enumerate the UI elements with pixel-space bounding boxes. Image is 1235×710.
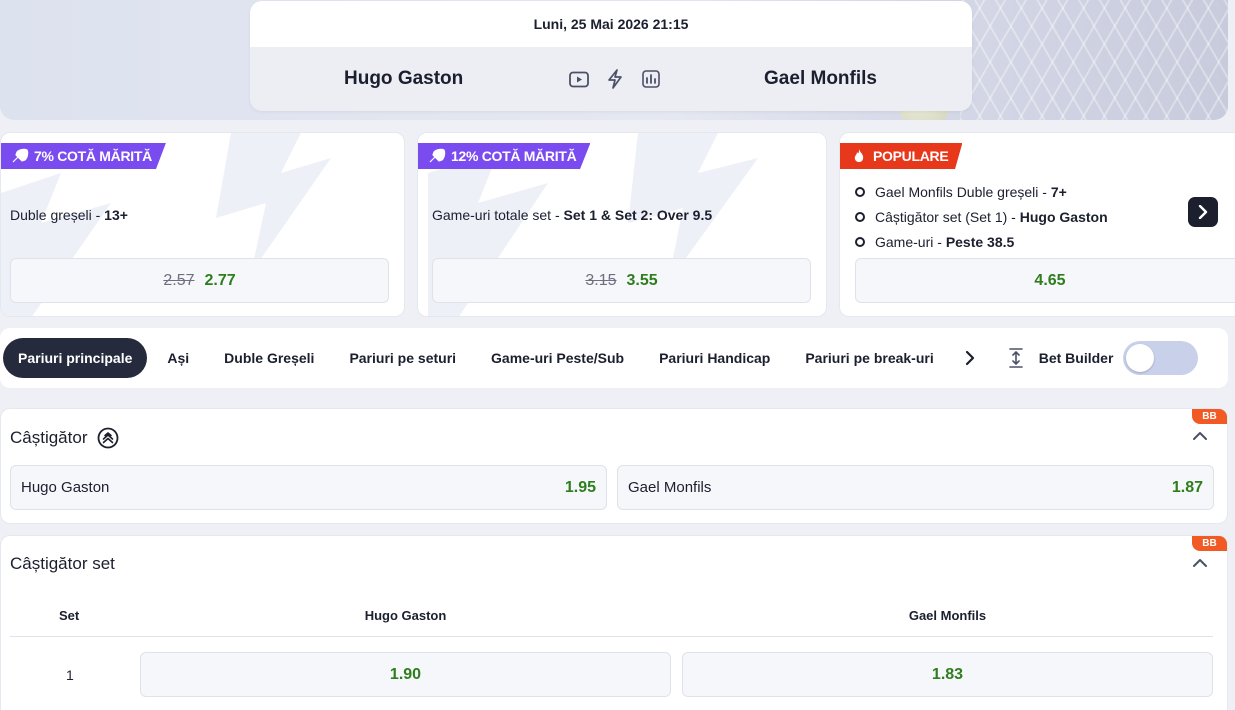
rank-up-icon [98,427,119,449]
match-header-card: Luni, 25 Mai 2026 21:15 Hugo Gaston Gael… [250,1,972,111]
bullet-icon [855,186,865,197]
boost-badge-label: 12% COTĂ MĂRITĂ [451,148,577,164]
tab-duble-greseli[interactable]: Duble Greșeli [209,338,329,378]
new-odd: 3.55 [626,271,658,289]
promo-market: Game-uri totale set [432,207,552,223]
selection-odd: 1.95 [564,478,596,496]
odd-button-player1[interactable]: Hugo Gaston 1.95 [10,465,607,510]
bet-builder-tag: BB [1192,536,1227,551]
popular-market: Game-uri [875,233,934,250]
tab-asi[interactable]: Ași [152,338,204,378]
match-datetime: Luni, 25 Mai 2026 21:15 [250,1,972,47]
popular-market: Gael Monfils Duble greșeli [875,183,1039,200]
popular-selection: 7+ [1050,183,1067,200]
list-item: Câștigător set (Set 1) - Hugo Gaston [855,204,1108,229]
popular-odd-button[interactable]: 4.65 [855,258,1235,303]
promo-market: Duble greșeli [10,207,92,223]
bet-builder-tag: BB [1192,409,1227,424]
list-item: Gael Monfils Duble greșeli - 7+ [855,179,1108,204]
column-header-player2: Gael Monfils [908,608,987,623]
tab-pariuri-principale[interactable]: Pariuri principale [3,338,148,378]
old-odd: 3.15 [585,271,617,289]
player2-name: Gael Monfils [764,68,877,89]
popular-odd: 4.65 [1034,271,1066,289]
stats-chart-icon[interactable] [640,69,662,89]
market-title: Câștigător set [10,554,115,574]
odd-button-player2[interactable]: Gael Monfils 1.87 [617,465,1214,510]
chevron-right-icon [1198,205,1208,219]
lightning-icon[interactable] [604,69,626,89]
selection-name: Hugo Gaston [21,479,110,496]
boost-badge-label: 7% COTĂ MĂRITĂ [34,148,152,164]
market-tabs-bar: Pariuri principale Ași Duble Greșeli Par… [0,328,1228,388]
market-title-label: Câștigător [10,428,88,447]
popular-market: Câștigător set (Set 1) [875,208,1008,225]
bullet-icon [855,236,865,247]
promo-selection: 13+ [104,207,128,223]
fire-icon [854,149,864,162]
selection-name: Gael Monfils [628,479,712,496]
popular-selection: Hugo Gaston [1019,208,1108,225]
tab-pariuri-handicap[interactable]: Pariuri Handicap [644,338,785,378]
column-header-player1: Hugo Gaston [364,608,447,623]
popular-selection: Peste 38.5 [945,233,1015,250]
player1-name: Hugo Gaston [344,68,464,89]
boost-badge: 12% COTĂ MĂRITĂ [418,143,591,169]
market-title-label: Câștigător set [10,554,115,573]
table-divider [10,636,1213,637]
promo-selection: Set 1 & Set 2: Over 9.5 [563,207,713,223]
next-arrow-button[interactable] [1188,197,1218,227]
popular-badge-label: POPULARE [873,148,949,164]
promo-market-text: Duble greșeli - 13+ [10,207,128,223]
bet-builder-label: Bet Builder [1038,350,1114,366]
promo-market-text: Game-uri totale set - Set 1 & Set 2: Ove… [432,207,713,223]
list-item: Game-uri - Peste 38.5 [855,229,1108,254]
popular-bets-card: POPULARE Gael Monfils Duble greșeli - 7+… [839,132,1235,317]
expand-collapse-icon[interactable] [1006,347,1026,369]
bullet-icon [855,211,865,222]
boosted-odds-card-1: 7% COTĂ MĂRITĂ Duble greșeli - 13+ 2.57 … [0,132,405,317]
old-odd: 2.57 [163,271,195,289]
popular-badge: POPULARE [840,143,963,169]
tab-pariuri-pe-break-uri[interactable]: Pariuri pe break-uri [790,338,948,378]
rocket-icon [12,148,29,163]
tabs-scroll-right-icon[interactable] [960,350,980,366]
odd-button-set1-player2[interactable]: 1.83 [682,652,1213,697]
chevron-up-icon[interactable] [1193,431,1207,441]
play-video-icon[interactable] [568,69,590,89]
odd-button-set1-player1[interactable]: 1.90 [140,652,671,697]
market-set-winner: BB Câștigător set Set Hugo Gaston Gael M… [0,535,1228,710]
boosted-odd-button[interactable]: 2.57 2.77 [10,258,389,303]
match-hero: Luni, 25 Mai 2026 21:15 Hugo Gaston Gael… [0,0,1228,120]
selection-odd: 1.87 [1171,478,1203,496]
rocket-icon [429,148,446,163]
tab-game-uri-peste-sub[interactable]: Game-uri Peste/Sub [476,338,639,378]
market-title: Câștigător [10,427,119,449]
boosted-odds-card-2: 12% COTĂ MĂRITĂ Game-uri totale set - Se… [417,132,827,317]
column-header-set: Set [59,608,80,623]
boost-badge: 7% COTĂ MĂRITĂ [1,143,166,169]
boosted-odd-button[interactable]: 3.15 3.55 [432,258,811,303]
new-odd: 2.77 [204,271,236,289]
tennis-net-background [960,0,1228,120]
popular-selections-list: Gael Monfils Duble greșeli - 7+ Câștigăt… [855,179,1108,254]
set-number: 1 [66,667,74,683]
tab-pariuri-pe-seturi[interactable]: Pariuri pe seturi [334,338,471,378]
chevron-up-icon[interactable] [1193,558,1207,568]
market-winner: BB Câștigător Hugo Gaston 1.95 Gael Monf… [0,408,1228,524]
bet-builder-toggle[interactable] [1123,341,1199,375]
